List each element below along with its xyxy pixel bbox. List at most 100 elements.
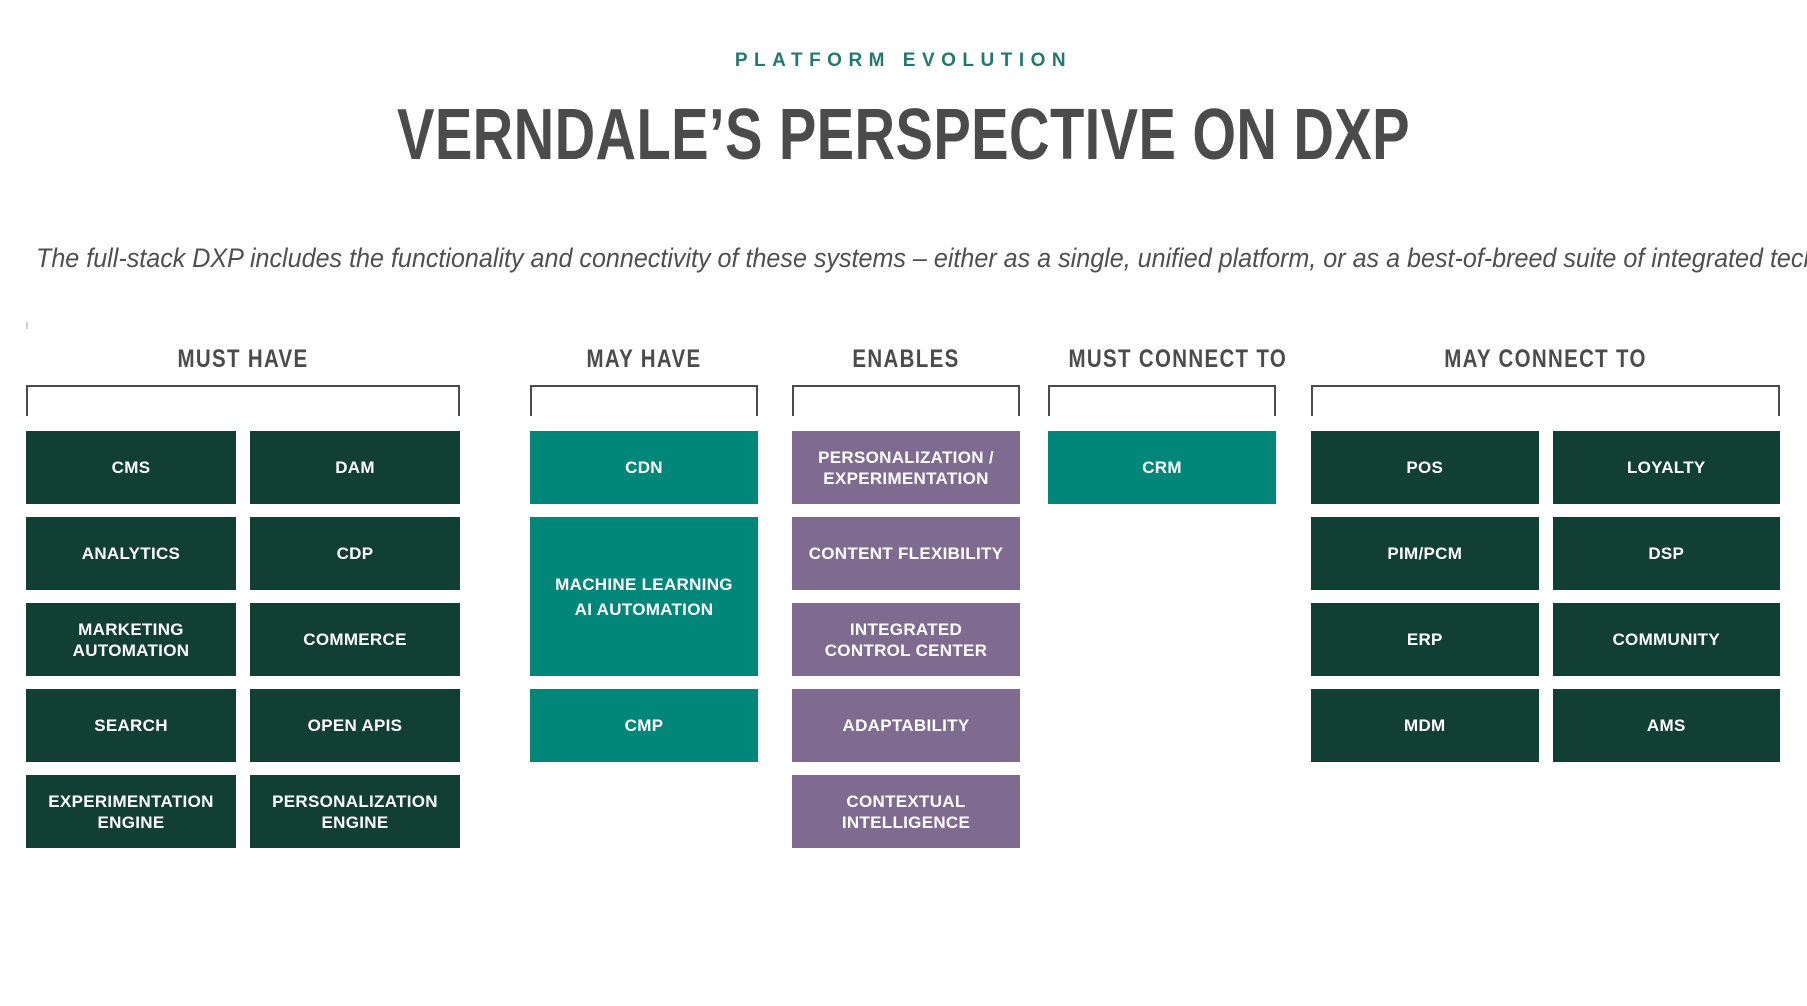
tile-label: EXPERIMENTATION ENGINE (48, 791, 213, 833)
tile-label: COMMUNITY (1612, 629, 1720, 650)
tile-label-line: CONTEXTUAL (846, 791, 966, 811)
tile-label-line: AI AUTOMATION (574, 599, 714, 619)
tile-label: PERSONALIZATION / EXPERIMENTATION (818, 447, 994, 489)
tile-label-line: PERSONALIZATION / (818, 447, 994, 467)
tile-label: PIM/PCM (1387, 543, 1462, 564)
tile-label-line: MARKETING (78, 619, 184, 639)
tile-label: DAM (335, 457, 375, 478)
column-bracket-must-have (26, 385, 460, 416)
tile-label-line: PIM/PCM (1387, 544, 1463, 563)
tile[interactable]: COMMERCE (250, 603, 460, 676)
tile[interactable]: PERSONALIZATION / EXPERIMENTATION (792, 431, 1020, 504)
tile[interactable]: LOYALTY (1552, 431, 1780, 504)
tile-label: LOYALTY (1627, 457, 1706, 478)
tile-label-line: INTEGRATED (849, 619, 963, 639)
tile[interactable]: CDP (250, 517, 460, 590)
column-title-may-connect-to: MAY CONNECT TO (1444, 345, 1647, 373)
tile-label-line: CDP (336, 544, 374, 563)
page-title: VERNDALE’S PERSPECTIVE ON DXP (396, 95, 1411, 175)
tile[interactable]: CONTEXTUAL INTELLIGENCE (792, 775, 1020, 848)
tile-label-line: POS (1406, 458, 1444, 477)
tile[interactable]: CMP (530, 689, 758, 762)
tile-grid-may-connect-to: POS LOYALTY PIM/PCM DSP ERP COMMUNITY MDM AMS (1311, 431, 1780, 762)
tile-label-line: COMMERCE (303, 630, 407, 649)
tile-label-line: SEARCH (94, 716, 168, 735)
tile-label-line: ENGINE (97, 812, 165, 832)
tile-label: CDN (625, 457, 663, 478)
tile-label-line: COMMUNITY (1612, 630, 1721, 649)
tile[interactable]: DSP (1552, 517, 1780, 590)
tile-label: ERP (1407, 629, 1443, 650)
tile-label: MDM (1404, 715, 1446, 736)
tile[interactable]: MDM (1311, 689, 1539, 762)
tile-label: CRM (1142, 457, 1182, 478)
tile[interactable]: ANALYTICS (26, 517, 236, 590)
tile[interactable]: ADAPTABILITY (792, 689, 1020, 762)
eyebrow-label: PLATFORM EVOLUTION (734, 50, 1073, 71)
tile-label-line: LOYALTY (1626, 458, 1706, 477)
tile[interactable]: ERP (1311, 603, 1539, 676)
tile-label-line: ANALYTICS (81, 544, 181, 563)
tile-label: MARKETING AUTOMATION (73, 619, 190, 661)
tile-label: MACHINE LEARNING AI AUTOMATION (555, 570, 733, 624)
tile[interactable]: CONTENT FLEXIBILITY (792, 517, 1020, 590)
tile-label-line: MACHINE LEARNING (555, 574, 733, 594)
column-bracket-enables (792, 385, 1020, 416)
column-bracket-may-connect-to (1311, 385, 1780, 416)
page-subtitle: The full-stack DXP includes the function… (36, 243, 1807, 273)
tile-label: ANALYTICS (82, 543, 180, 564)
margin-tick-mark (26, 322, 28, 329)
tile[interactable]: MARKETING AUTOMATION (26, 603, 236, 676)
tile-label-line: DAM (335, 458, 375, 477)
tile[interactable]: PERSONALIZATION ENGINE (250, 775, 460, 848)
tile-label-line: OPEN APIS (307, 716, 403, 735)
column-title-must-have: MUST HAVE (177, 345, 309, 373)
tile-label: COMMERCE (303, 629, 406, 650)
column-bracket-must-connect-to (1048, 385, 1276, 416)
tile[interactable]: PIM/PCM (1311, 517, 1539, 590)
tile[interactable]: AMS (1552, 689, 1780, 762)
tile[interactable]: INTEGRATED CONTROL CENTER (792, 603, 1020, 676)
tile[interactable]: SEARCH (26, 689, 236, 762)
tile-label: DSP (1648, 543, 1684, 564)
tile-grid-enables: PERSONALIZATION / EXPERIMENTATION CONTENT … (792, 431, 1020, 848)
tile-label-line: CMP (624, 716, 664, 735)
tile[interactable]: MACHINE LEARNING AI AUTOMATION (530, 517, 758, 676)
tile-label: SEARCH (94, 715, 168, 736)
tile[interactable]: CDN (530, 431, 758, 504)
tile-label-line: CRM (1142, 458, 1182, 477)
tile[interactable]: DAM (250, 431, 460, 504)
column-title-enables: ENABLES (852, 345, 960, 373)
tile-label-line: CMS (111, 458, 151, 477)
column-bracket-may-have (530, 385, 758, 416)
tile[interactable]: EXPERIMENTATION ENGINE (26, 775, 236, 848)
tile[interactable]: POS (1311, 431, 1539, 504)
tile-label-line: PERSONALIZATION (272, 791, 438, 811)
tile-label-line: CONTENT FLEXIBILITY (808, 544, 1004, 563)
tile-label: CMS (112, 457, 151, 478)
tile-label: CONTENT FLEXIBILITY (809, 543, 1004, 564)
tile-label: ADAPTABILITY (843, 715, 970, 736)
tile-label-line: ENGINE (321, 812, 389, 832)
tile-label-line: CDN (625, 458, 663, 477)
tile-label-line: DSP (1648, 544, 1685, 563)
tile-label-line: AUTOMATION (72, 640, 190, 660)
tile-label-line: EXPERIMENTATION (823, 468, 989, 488)
tile[interactable]: CRM (1048, 431, 1276, 504)
tile-grid-must-connect-to: CRM (1048, 431, 1276, 504)
tile[interactable]: OPEN APIS (250, 689, 460, 762)
tile-grid-may-have: CDN MACHINE LEARNING AI AUTOMATION CMP (530, 431, 758, 762)
tile-label-line: INTELLIGENCE (841, 812, 971, 832)
tile-label: CONTEXTUAL INTELLIGENCE (842, 791, 970, 833)
tile-label: POS (1406, 457, 1443, 478)
tile-label-line: CONTROL CENTER (824, 640, 988, 660)
tile-label: CDP (337, 543, 374, 564)
tile-label-line: ERP (1406, 630, 1443, 649)
tile-label-line: MDM (1404, 716, 1446, 735)
column-title-must-connect-to: MUST CONNECT TO (1068, 345, 1288, 373)
tile[interactable]: COMMUNITY (1552, 603, 1780, 676)
tile-label: INTEGRATED CONTROL CENTER (825, 619, 988, 661)
tile-label-line: ADAPTABILITY (842, 716, 970, 735)
tile-label-line: AMS (1646, 716, 1686, 735)
tile[interactable]: CMS (26, 431, 236, 504)
